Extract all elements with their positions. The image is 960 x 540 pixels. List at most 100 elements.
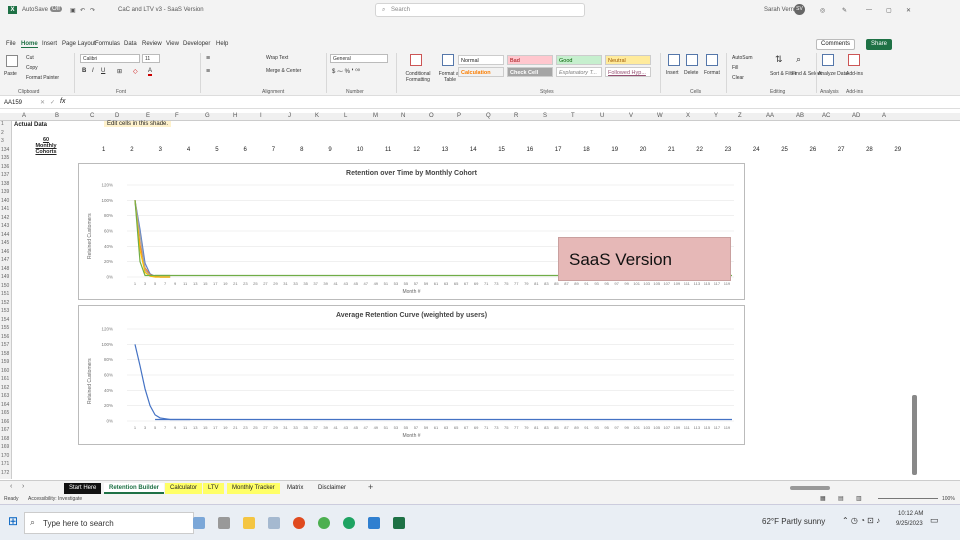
row-header[interactable]: 146 [1,249,9,255]
cohort-number-cell[interactable]: 16 [527,147,534,153]
add-ins-button[interactable]: Add-ins [846,71,863,77]
cohort-number-cell[interactable]: 25 [781,147,788,153]
format-painter-button[interactable]: Format Painter [26,75,59,81]
row-header[interactable]: 161 [1,376,9,382]
close-icon[interactable]: ✕ [906,7,911,14]
conditional-formatting-button[interactable]: Conditional Formatting [400,71,436,83]
menu-formulas[interactable]: Formulas [95,41,120,47]
row-header[interactable]: 163 [1,393,9,399]
chrome-icon[interactable] [318,517,330,529]
currency-icon[interactable]: $ ⁓ % ❜ ⁰⁰ [332,68,360,75]
cohort-number-cell[interactable]: 10 [357,147,364,153]
cohort-number-cell[interactable]: 12 [413,147,420,153]
sort-filter-icon[interactable]: ⇅ [775,54,783,65]
insert-cells-icon[interactable] [668,54,680,66]
cohort-number-cell[interactable]: 3 [159,147,162,153]
column-header[interactable]: U [600,113,604,119]
underline-button[interactable]: U [101,68,105,74]
page-layout-view-icon[interactable]: ▤ [838,495,844,502]
cohort-number-cell[interactable]: 13 [442,147,449,153]
row-header[interactable]: 164 [1,402,9,408]
vertical-scrollbar[interactable] [912,395,917,475]
wrap-text-button[interactable]: Wrap Text [266,55,288,61]
file-explorer-icon[interactable] [243,517,255,529]
enter-icon[interactable]: ✓ [50,99,55,106]
font-size-select[interactable]: 11 [142,54,160,63]
avatar[interactable]: SV [794,4,805,15]
cohort-number-cell[interactable]: 28 [866,147,873,153]
row-header[interactable]: 166 [1,419,9,425]
sheet-tab[interactable]: Retention Builder [104,483,165,494]
cohort-number-cell[interactable]: 7 [272,147,275,153]
column-header[interactable]: G [205,113,210,119]
row-header[interactable]: 149 [1,274,9,280]
comments-button[interactable]: Comments [816,39,856,50]
borders-icon[interactable]: ⊞ [117,68,122,75]
cohort-number-cell[interactable]: 1 [102,147,105,153]
cohort-number-cell[interactable]: 24 [753,147,760,153]
name-box[interactable]: AA159 [4,98,36,108]
number-format-select[interactable]: General [330,54,388,63]
cohort-number-cell[interactable]: 18 [583,147,590,153]
cohort-number-cell[interactable]: 27 [838,147,845,153]
menu-review[interactable]: Review [142,41,162,47]
row-header[interactable]: 136 [1,164,9,170]
font-color-icon[interactable]: A [148,68,153,76]
insert-button[interactable]: Insert [666,70,679,76]
column-header[interactable]: C [90,113,94,119]
style-followed[interactable]: Followed Hyp... [605,67,651,77]
task-view-icon[interactable] [218,517,230,529]
notifications-icon[interactable]: ▭ [930,515,939,526]
column-header[interactable]: Q [486,113,491,119]
sheet-tab[interactable]: Start Here [64,483,102,494]
column-header[interactable]: R [514,113,518,119]
column-header[interactable]: E [146,113,150,119]
cohort-number-cell[interactable]: 8 [300,147,303,153]
cut-button[interactable]: Cut [26,55,34,61]
column-header[interactable]: A [22,113,26,119]
normal-view-icon[interactable]: ▦ [820,495,826,502]
menu-page-layout[interactable]: Page Layout [62,41,96,47]
column-header[interactable]: AC [822,113,830,119]
paste-icon[interactable] [6,55,18,67]
fill-color-icon[interactable]: ◇ [133,68,138,75]
menu-home[interactable]: Home [21,41,38,48]
cohort-number-cell[interactable]: 22 [696,147,703,153]
weather-status[interactable]: 62°F Partly sunny [762,517,825,526]
cohort-number-cell[interactable]: 15 [498,147,505,153]
page-break-view-icon[interactable]: ▥ [856,495,862,502]
row-header[interactable]: 159 [1,359,9,365]
office-icon[interactable] [293,517,305,529]
settings-icon[interactable] [268,517,280,529]
row-header[interactable]: 2 [1,130,4,136]
style-neutral[interactable]: Neutral [605,55,651,65]
delete-cells-icon[interactable] [686,54,698,66]
sheet-tab[interactable]: LTV [203,483,224,494]
column-header[interactable]: I [260,113,262,119]
row-header[interactable]: 156 [1,334,9,340]
row-header[interactable]: 147 [1,257,9,263]
fx-icon[interactable]: fx [60,98,65,105]
cell-a3[interactable]: 60 Monthly Cohorts [34,137,58,155]
menu-help[interactable]: Help [216,41,228,47]
row-header[interactable]: 142 [1,215,9,221]
row-header[interactable]: 148 [1,266,9,272]
column-header[interactable]: L [344,113,347,119]
column-header[interactable]: AD [852,113,860,119]
row-header[interactable]: 158 [1,351,9,357]
column-header[interactable]: F [175,113,179,119]
row-header[interactable]: 3 [1,138,4,144]
sheet-tab[interactable]: Monthly Tracker [227,483,280,494]
menu-view[interactable]: View [166,41,179,47]
row-header[interactable]: 165 [1,410,9,416]
row-header[interactable]: 137 [1,172,9,178]
menu-file[interactable]: File [6,41,16,47]
cohort-number-cell[interactable]: 9 [328,147,331,153]
weather-widget-icon[interactable] [193,517,205,529]
autosum-button[interactable]: AutoSum [732,55,753,61]
column-header[interactable]: B [55,113,59,119]
row-header[interactable]: 172 [1,470,9,476]
cohort-number-cell[interactable]: 4 [187,147,190,153]
style-check-cell[interactable]: Check Cell [507,67,553,77]
share-button[interactable]: Share [866,39,893,50]
